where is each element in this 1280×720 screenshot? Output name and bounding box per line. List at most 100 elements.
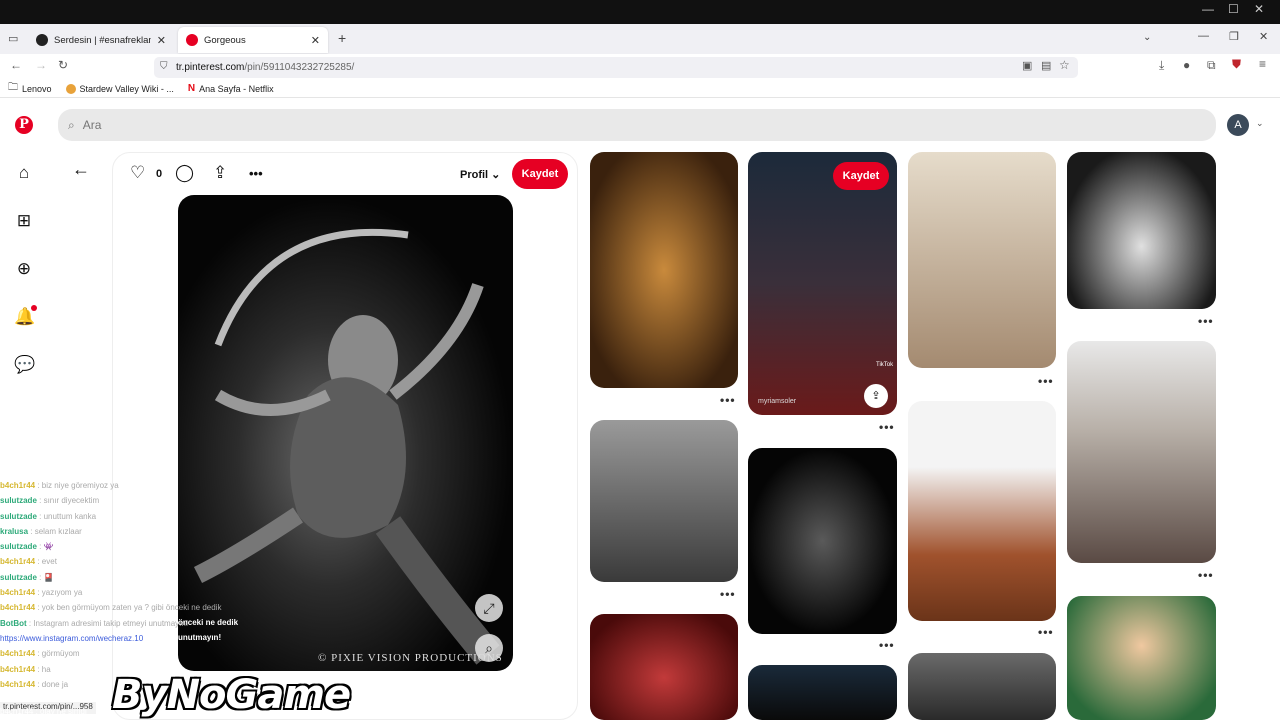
shield-icon: ⛉ bbox=[160, 61, 168, 72]
more-options-icon[interactable]: ••• bbox=[1038, 374, 1054, 388]
minimize-icon[interactable]: — bbox=[1202, 2, 1214, 16]
tiktok-label: TikTok bbox=[876, 362, 894, 368]
pinterest-logo-icon[interactable]: P bbox=[15, 116, 33, 134]
pin-tile[interactable] bbox=[1067, 341, 1216, 563]
pin-tile[interactable] bbox=[748, 665, 897, 720]
address-bar[interactable]: ⛉ tr.pinterest.com/pin/5911043232725285/ bbox=[154, 57, 1078, 78]
close-tab-icon[interactable]: ✕ bbox=[311, 34, 320, 47]
share-icon[interactable]: ⇪ bbox=[864, 384, 888, 408]
expand-icon[interactable]: ⤢ bbox=[475, 594, 503, 622]
chat-text: : sınır diyecektim bbox=[36, 496, 100, 506]
pin-tile[interactable] bbox=[1067, 596, 1216, 720]
stream-chat: b4ch1r44 : biz niye göremiyoz ya sulutzad… bbox=[0, 478, 240, 692]
menu-icon[interactable]: ≡ bbox=[1259, 57, 1266, 71]
more-options-icon[interactable]: ••• bbox=[249, 166, 263, 181]
extensions-icon[interactable]: ⧉ bbox=[1207, 58, 1216, 73]
bookmark-stardew[interactable]: Stardew Valley Wiki - ... bbox=[65, 83, 174, 94]
messages-icon[interactable]: 💬 bbox=[14, 355, 35, 375]
pin-tile[interactable] bbox=[590, 614, 738, 720]
pin-tile[interactable] bbox=[908, 401, 1056, 621]
explore-icon[interactable]: ⊞ bbox=[14, 211, 34, 231]
heart-icon[interactable]: ♡ bbox=[130, 163, 145, 183]
create-icon[interactable]: ⊕ bbox=[14, 259, 34, 279]
tab-overflow-chevron-icon[interactable]: ⌄ bbox=[1143, 32, 1151, 43]
bookmark-label: Stardew Valley Wiki - ... bbox=[79, 83, 174, 94]
save-button[interactable]: Kaydet bbox=[512, 159, 568, 189]
pin-tile[interactable] bbox=[748, 448, 897, 634]
chat-message: b4ch1r44 : yok ben görmüyom zaten ya ? g… bbox=[0, 600, 240, 615]
account-chevron-icon[interactable]: ⌄ bbox=[1256, 118, 1264, 129]
pin-tile-hovered[interactable]: Kaydet myriamsoler TikTok ⇪ bbox=[748, 152, 897, 415]
chat-text: : yok ben görmüyom zaten ya ? gibi öncek… bbox=[35, 603, 222, 613]
account-icon[interactable]: ● bbox=[1183, 58, 1190, 72]
picture-in-picture-icon[interactable]: ▣ bbox=[1022, 59, 1032, 72]
more-options-icon[interactable]: ••• bbox=[1198, 568, 1214, 582]
more-options-icon[interactable]: ••• bbox=[879, 420, 895, 434]
search-icon: ⌕ bbox=[68, 117, 75, 132]
chat-message: sulutzade : 🎴 bbox=[0, 570, 240, 585]
tab-list-icon[interactable]: ▭ bbox=[8, 32, 18, 45]
chat-text: : evet bbox=[35, 557, 57, 567]
bookmark-lenovo[interactable]: 🗀 Lenovo bbox=[8, 80, 52, 97]
more-options-icon[interactable]: ••• bbox=[720, 587, 736, 601]
tab-bar: ▭ Serdesin | #esnafreklamcılık #fi ✕ Gor… bbox=[0, 24, 1280, 54]
home-icon[interactable]: ⌂ bbox=[14, 163, 34, 183]
close-icon[interactable]: ✕ bbox=[1259, 30, 1268, 43]
notification-dot bbox=[31, 305, 37, 311]
chat-text: : unuttum kanka bbox=[36, 511, 97, 521]
new-tab-button[interactable]: + bbox=[338, 30, 346, 46]
chat-overlay-line: unutmayın! bbox=[178, 633, 222, 642]
chat-username: b4ch1r44 bbox=[0, 557, 36, 567]
maximize-icon[interactable]: ☐ bbox=[1228, 2, 1239, 16]
reload-icon[interactable]: ↻ bbox=[58, 58, 68, 72]
chat-username: b4ch1r44 bbox=[0, 481, 36, 490]
pin-tile[interactable] bbox=[1067, 152, 1216, 309]
chat-message: sulutzade : sınır diyecektim bbox=[0, 493, 240, 508]
avatar[interactable]: A bbox=[1227, 114, 1249, 136]
chat-text: : 👾 bbox=[36, 542, 54, 552]
reader-view-icon[interactable]: ▤ bbox=[1041, 59, 1051, 72]
pin-tile[interactable] bbox=[590, 420, 738, 582]
bookmark-star-icon[interactable]: ☆ bbox=[1059, 58, 1070, 72]
bookmark-label: Ana Sayfa - Netflix bbox=[199, 83, 274, 94]
download-icon[interactable]: ⤓ bbox=[1159, 58, 1164, 73]
share-icon[interactable]: ⇪ bbox=[213, 163, 227, 183]
window-titlebar: — ☐ ✕ bbox=[0, 0, 1280, 24]
chat-username: b4ch1r44 bbox=[0, 588, 36, 598]
back-icon[interactable]: ← bbox=[10, 58, 22, 72]
minimize-icon[interactable]: — bbox=[1198, 30, 1209, 42]
profile-dropdown[interactable]: Profil ⌄ bbox=[460, 168, 500, 181]
serdesin-favicon-icon bbox=[36, 34, 48, 46]
more-options-icon[interactable]: ••• bbox=[720, 393, 736, 407]
pin-tile[interactable] bbox=[908, 152, 1056, 368]
ublock-icon[interactable]: ⛊ bbox=[1232, 57, 1241, 72]
chat-message: sulutzade : 👾 bbox=[0, 539, 240, 554]
stardew-icon bbox=[65, 83, 76, 94]
chat-username: b4ch1r44 bbox=[0, 664, 36, 674]
restore-icon[interactable]: ❐ bbox=[1229, 30, 1239, 43]
tile-save-button[interactable]: Kaydet bbox=[833, 162, 889, 190]
chat-bottom-line: b4ch1r44 : olay ne şimdi bbox=[0, 707, 87, 716]
forward-icon[interactable]: → bbox=[35, 58, 47, 72]
close-window-icon[interactable]: ✕ bbox=[1254, 2, 1264, 16]
tab-gorgeous[interactable]: Gorgeous ✕ bbox=[178, 27, 328, 53]
pin-tile[interactable] bbox=[590, 152, 738, 388]
search-placeholder: Ara bbox=[82, 118, 102, 132]
more-options-icon[interactable]: ••• bbox=[1038, 625, 1054, 639]
more-options-icon[interactable]: ••• bbox=[1198, 314, 1214, 328]
chat-text: : biz niye göremiyoz ya bbox=[35, 481, 119, 490]
bookmark-netflix[interactable]: N Ana Sayfa - Netflix bbox=[188, 83, 274, 94]
comment-icon[interactable]: ◯ bbox=[175, 163, 194, 183]
close-tab-icon[interactable]: ✕ bbox=[157, 34, 166, 47]
url-path: /pin/5911043232725285/ bbox=[244, 62, 355, 73]
chat-text: : ha bbox=[35, 664, 51, 674]
chat-username: sulutzade bbox=[0, 496, 37, 506]
chat-message: b4ch1r44 : görmüyom bbox=[0, 646, 240, 661]
image-watermark: © PIXIE VISION PRODUCTIONS bbox=[318, 652, 503, 664]
pin-tile[interactable] bbox=[908, 653, 1056, 720]
tab-serdesin[interactable]: Serdesin | #esnafreklamcılık #fi ✕ bbox=[28, 27, 174, 53]
more-options-icon[interactable]: ••• bbox=[879, 638, 895, 652]
chat-message: sulutzade : unuttum kanka bbox=[0, 509, 240, 524]
search-input[interactable]: ⌕ Ara bbox=[58, 109, 1216, 141]
back-arrow-icon[interactable]: ← bbox=[72, 159, 90, 180]
